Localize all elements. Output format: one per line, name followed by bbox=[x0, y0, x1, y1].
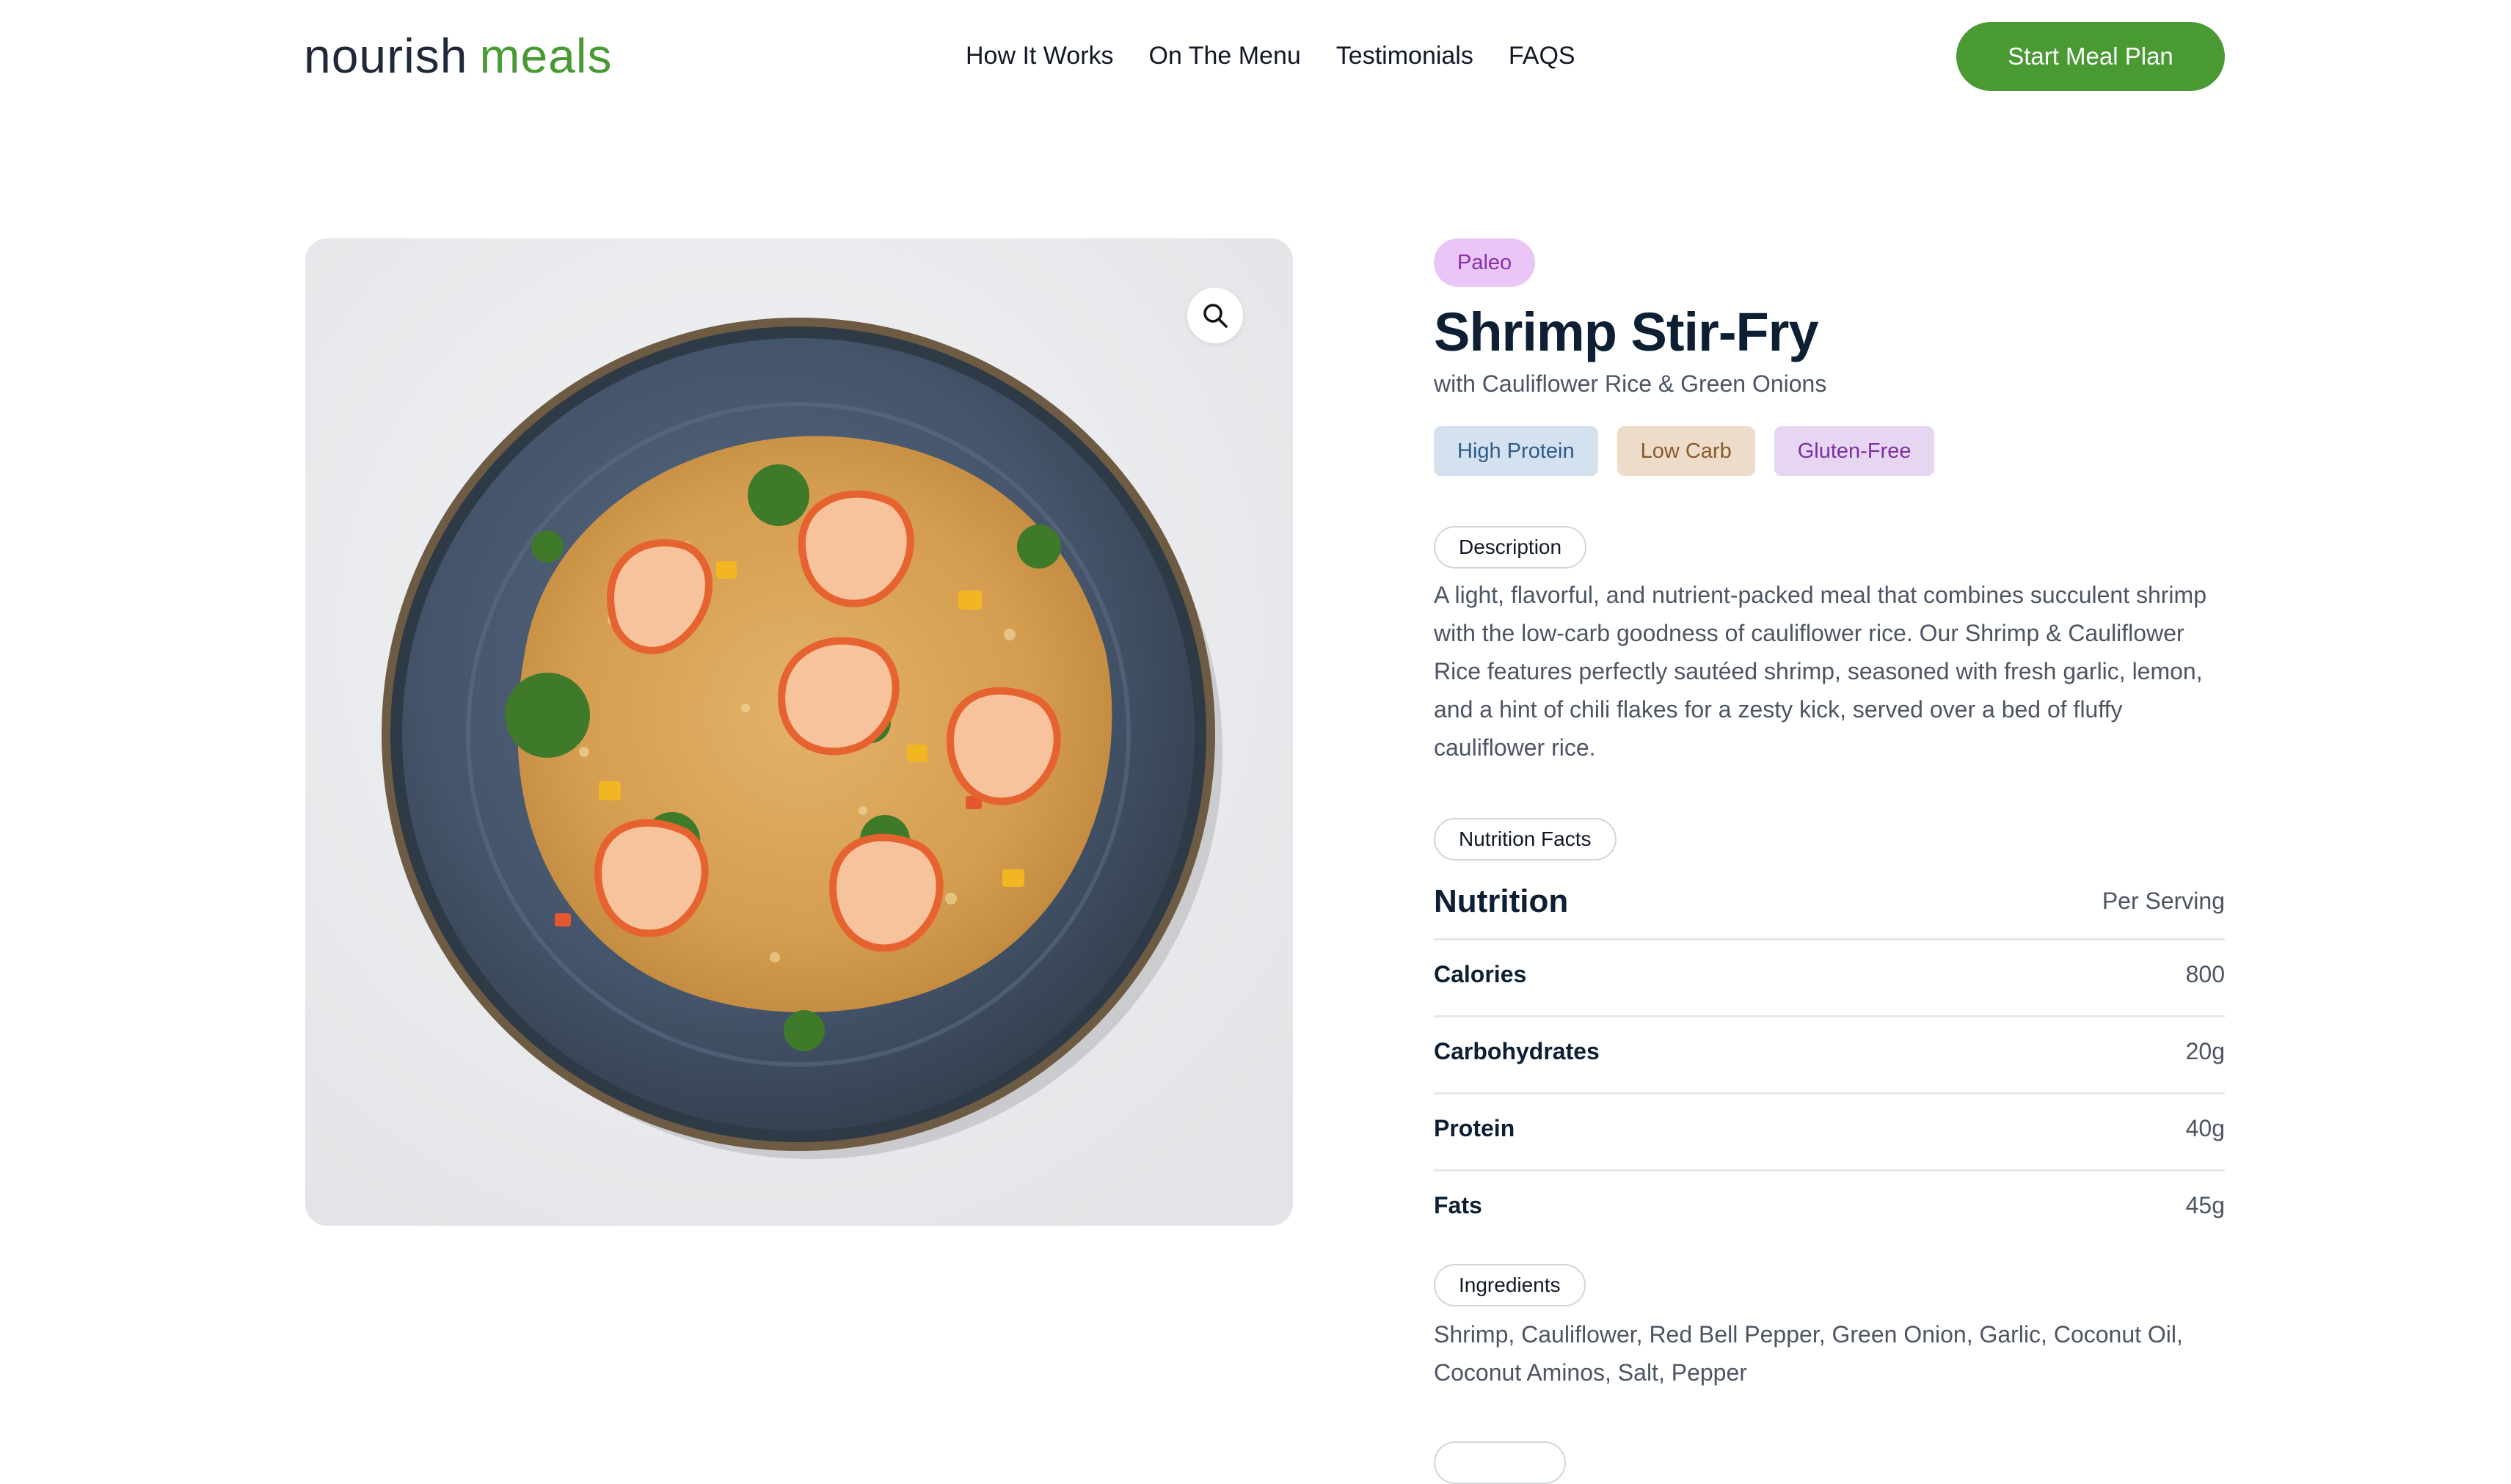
nutrition-row-fats: Fats 45g bbox=[1434, 1172, 2225, 1249]
nav-link-how-it-works[interactable]: How It Works bbox=[966, 37, 1114, 75]
nav-link-on-the-menu[interactable]: On The Menu bbox=[1149, 37, 1301, 75]
nav-link-testimonials[interactable]: Testimonials bbox=[1336, 37, 1473, 75]
tag-gluten-free: Gluten-Free bbox=[1774, 426, 1935, 476]
zoom-button[interactable] bbox=[1187, 288, 1243, 343]
main-nav: How It Works On The Menu Testimonials FA… bbox=[966, 37, 1575, 75]
product-subtitle: with Cauliflower Rice & Green Onions bbox=[1434, 370, 1827, 397]
nutrient-name: Carbohydrates bbox=[1434, 1038, 1600, 1064]
nutrition-facts-label: Nutrition Facts bbox=[1434, 818, 1617, 860]
description-label: Description bbox=[1434, 526, 1587, 569]
nutrition-row-protein: Protein 40g bbox=[1434, 1094, 2225, 1172]
ingredients-text: Shrimp, Cauliflower, Red Bell Pepper, Gr… bbox=[1434, 1321, 2183, 1386]
next-section-pill bbox=[1434, 1441, 1566, 1484]
nutrition-title: Nutrition bbox=[1434, 883, 1569, 919]
diet-badge: Paleo bbox=[1434, 238, 1536, 287]
nutrient-value: 800 bbox=[2185, 961, 2225, 987]
description-text: A light, flavorful, and nutrient-packed … bbox=[1434, 582, 2206, 761]
product-title: Shrimp Stir-Fry bbox=[1434, 301, 1819, 362]
logo-word-meals: meals bbox=[479, 29, 613, 83]
tag-low-carb: Low Carb bbox=[1617, 426, 1755, 476]
tag-high-protein: High Protein bbox=[1434, 426, 1598, 476]
nutrition-row-carbohydrates: Carbohydrates 20g bbox=[1434, 1017, 2225, 1094]
dish-illustration bbox=[305, 238, 1293, 1226]
nav-link-faqs[interactable]: FAQS bbox=[1509, 37, 1575, 75]
nutrient-name: Fats bbox=[1434, 1192, 1482, 1218]
nutrition-header: Nutrition Per Serving bbox=[1434, 874, 2225, 940]
nutrition-row-calories: Calories 800 bbox=[1434, 940, 2225, 1017]
nutrient-name: Calories bbox=[1434, 961, 1527, 987]
nutrition-per-serving: Per Serving bbox=[2102, 888, 2225, 914]
start-meal-plan-button[interactable]: Start Meal Plan bbox=[1956, 22, 2225, 91]
logo-word-nourish: nourish bbox=[304, 29, 468, 83]
brand-logo[interactable]: nourish meals bbox=[304, 26, 613, 85]
nutrient-value: 40g bbox=[2185, 1115, 2225, 1141]
product-image bbox=[305, 238, 1293, 1226]
site-header: nourish meals How It Works On The Menu Te… bbox=[0, 0, 2511, 114]
nutrient-value: 45g bbox=[2185, 1192, 2225, 1218]
nutrient-value: 20g bbox=[2185, 1038, 2225, 1064]
nutrient-name: Protein bbox=[1434, 1115, 1515, 1141]
search-icon bbox=[1203, 304, 1228, 328]
ingredients-label: Ingredients bbox=[1434, 1264, 1586, 1306]
tag-list: High Protein Low Carb Gluten-Free bbox=[1434, 426, 1935, 476]
